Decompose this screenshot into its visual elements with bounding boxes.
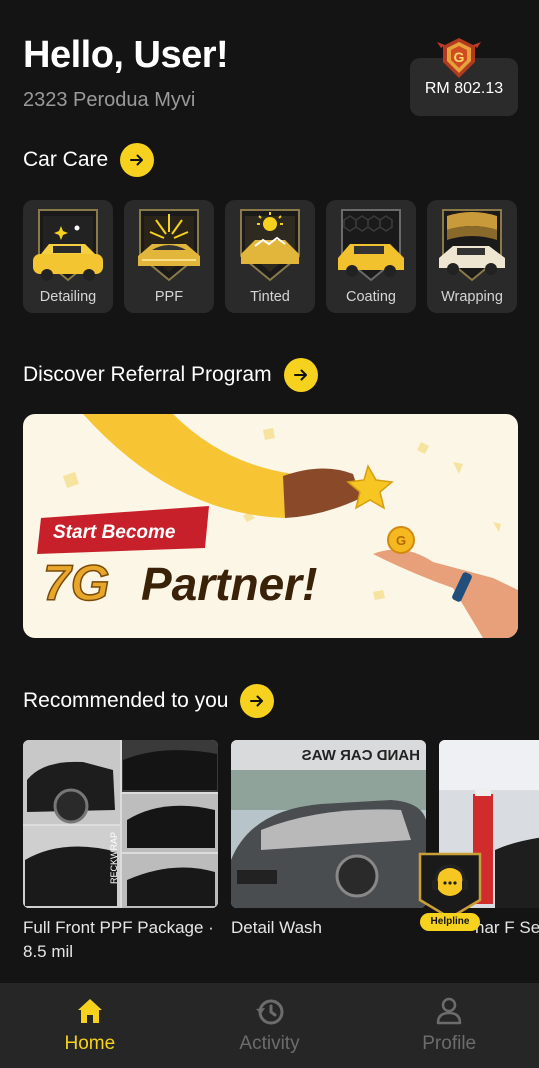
nav-activity[interactable]: Activity <box>180 983 360 1068</box>
referral-banner[interactable]: G Start Become 7G Partner! <box>23 414 518 638</box>
svg-text:G: G <box>396 533 406 548</box>
arrow-right-icon <box>130 154 144 166</box>
wallet-balance-card[interactable]: G RM 802.13 <box>410 38 518 116</box>
nav-home[interactable]: Home <box>0 983 180 1068</box>
care-item-coating[interactable]: Coating <box>326 200 416 313</box>
care-item-label: Coating <box>346 289 396 305</box>
care-item-detailing[interactable]: Detailing <box>23 200 113 313</box>
referral-arrow-button[interactable] <box>283 358 318 392</box>
car-model-label[interactable]: 2323 Perodua Myvi <box>23 89 195 112</box>
detailing-icon <box>33 209 103 282</box>
wrapping-icon <box>439 209 505 282</box>
care-item-wrapping[interactable]: Wrapping <box>427 200 517 313</box>
car-care-title: Car Care <box>23 148 109 171</box>
care-item-label: Wrapping <box>441 289 503 305</box>
image-sign-text: HAND CAR WAS <box>302 747 420 764</box>
ppf-icon <box>138 209 200 282</box>
headset-support-icon <box>418 852 482 920</box>
gold-rank-badge-icon: G <box>437 38 481 78</box>
greeting-title: Hello, User! <box>23 34 229 76</box>
nav-label: Profile <box>422 1033 477 1054</box>
history-icon <box>255 999 283 1025</box>
referral-header: Discover Referral Program <box>23 358 318 392</box>
car-care-list: Detailing PPF Tinted Coating Wrapping <box>23 200 517 313</box>
banner-headline-rest: Partner! <box>141 558 317 610</box>
car-care-header: Car Care <box>23 143 155 177</box>
image-watermark: RECKWRAP <box>109 832 119 884</box>
service-photo: RECKWRAP <box>23 740 218 908</box>
service-title: Detail Wash <box>231 918 323 937</box>
care-item-label: Detailing <box>39 289 97 305</box>
banner-headline-brand: 7G <box>43 555 110 611</box>
recommended-item[interactable]: HAND CAR WAS Detail Wash <box>231 740 431 940</box>
service-photo: HAND CAR WAS <box>231 740 426 908</box>
coating-icon <box>338 209 404 282</box>
recommended-header: Recommended to you <box>23 684 275 718</box>
care-item-label: PPF <box>154 289 184 305</box>
car-care-arrow-button[interactable] <box>120 143 155 177</box>
care-item-tinted[interactable]: Tinted <box>225 200 315 313</box>
wallet-badge-letter: G <box>454 49 465 65</box>
recommended-arrow-button[interactable] <box>240 684 275 718</box>
care-item-label: Tinted <box>250 289 290 305</box>
arrow-right-icon <box>293 369 307 381</box>
helpline-label: Helpline <box>420 913 480 931</box>
profile-icon <box>436 997 462 1025</box>
banner-tag-text: Start Become <box>53 522 176 543</box>
service-title: Full Front PPF Package · 8.5 mil <box>23 918 214 961</box>
recommended-title: Recommended to you <box>23 689 229 712</box>
arrow-right-icon <box>250 695 264 707</box>
bottom-navigation: Home Activity Profile <box>0 983 539 1068</box>
referral-title: Discover Referral Program <box>23 363 272 386</box>
helpline-button[interactable]: Helpline <box>414 850 486 932</box>
nav-profile[interactable]: Profile <box>359 983 539 1068</box>
wallet-amount: RM 802.13 <box>424 80 504 97</box>
home-icon <box>77 999 102 1023</box>
care-item-ppf[interactable]: PPF <box>124 200 214 313</box>
recommended-item[interactable]: RECKWRAP Full Front PPF Package · 8.5 mi… <box>23 740 223 964</box>
nav-label: Activity <box>239 1033 300 1054</box>
nav-label: Home <box>64 1033 116 1054</box>
tinted-icon <box>240 209 300 282</box>
referral-banner-illustration: G Start Become 7G Partner! <box>37 414 518 638</box>
